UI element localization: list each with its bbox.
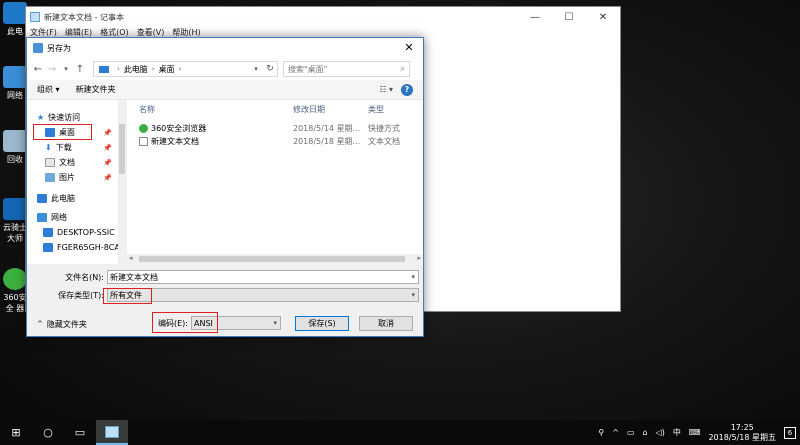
dialog-bottom: 文件名(N): 新建文本文档 ▾ 保存类型(T): 所有文件 ▾ ^ 隐藏文件夹… xyxy=(27,264,423,336)
dialog-toolbar: 组织 ▾ 新建文件夹 ☷ ▾ ? xyxy=(27,80,423,100)
help-icon[interactable]: ? xyxy=(401,83,413,96)
pin-icon[interactable]: 📌 xyxy=(103,174,112,182)
file-row[interactable]: 360安全浏览器 2018/5/14 星期... 快捷方式 xyxy=(127,122,423,135)
close-button[interactable]: ✕ xyxy=(586,7,620,27)
highlight-desktop-nav xyxy=(33,124,92,140)
network-tray-icon[interactable]: ⌂ xyxy=(643,428,648,437)
address-bar[interactable]: › 此电脑 › 桌面 › ▾ ↻ xyxy=(93,61,278,77)
up-arrow-icon[interactable]: ↑ xyxy=(73,64,87,75)
nav-network[interactable]: 网络 xyxy=(27,210,126,225)
save-button[interactable]: 保存(S) xyxy=(295,316,349,331)
network-icon xyxy=(37,213,47,222)
show-hidden-icons[interactable]: ^ xyxy=(612,428,619,437)
nav-network-pc-1[interactable]: DESKTOP-SSIC xyxy=(27,225,126,240)
chevron-down-icon[interactable]: ▾ xyxy=(411,291,415,299)
taskbar: ⊞ ○ ▭ ⚲ ^ ▭ ⌂ ◁) 中 ⌨ 17:25 2018/5/18 星期五… xyxy=(0,420,800,445)
taskbar-notepad[interactable] xyxy=(96,420,128,445)
notification-center-button[interactable]: 6 xyxy=(784,426,796,439)
recycle-bin-icon xyxy=(3,130,27,152)
cancel-button[interactable]: 取消 xyxy=(359,316,413,331)
nav-downloads[interactable]: ⬇ 下载 📌 xyxy=(27,140,126,155)
start-button[interactable]: ⊞ xyxy=(0,420,32,445)
network-icon xyxy=(3,66,27,88)
savetype-select[interactable]: 所有文件 ▾ xyxy=(107,288,419,302)
column-date[interactable]: 修改日期 xyxy=(293,104,368,115)
yunqishi-icon xyxy=(3,198,27,220)
filename-input[interactable]: 新建文本文档 ▾ xyxy=(107,270,419,284)
download-icon: ⬇ xyxy=(45,143,52,152)
file-list-header: 名称 修改日期 类型 xyxy=(127,100,423,118)
notepad-icon xyxy=(105,425,119,438)
pin-icon[interactable]: 📌 xyxy=(103,159,112,167)
windows-icon: ⊞ xyxy=(11,426,21,439)
pictures-icon xyxy=(45,173,55,182)
nav-quick-access[interactable]: ★ 快速访问 xyxy=(27,110,126,125)
minimize-button[interactable]: — xyxy=(518,7,552,27)
breadcrumb-this-pc[interactable]: 此电脑 xyxy=(124,64,148,75)
clock[interactable]: 17:25 2018/5/18 星期五 xyxy=(708,423,776,443)
search-icon: ○ xyxy=(43,426,53,439)
pin-icon[interactable]: 📌 xyxy=(103,144,112,152)
this-pc-icon xyxy=(99,65,109,73)
system-tray: ⚲ ^ ▭ ⌂ ◁) 中 ⌨ 17:25 2018/5/18 星期五 6 xyxy=(598,423,800,443)
column-name[interactable]: 名称 xyxy=(127,104,293,115)
documents-icon xyxy=(45,158,55,167)
savetype-label: 保存类型(T): xyxy=(58,290,104,300)
search-icon: ⌕ xyxy=(400,64,405,73)
360-browser-icon xyxy=(139,124,148,133)
people-icon[interactable]: ⚲ xyxy=(598,428,604,437)
chevron-up-icon: ^ xyxy=(37,320,43,328)
nav-network-pc-2[interactable]: FGER65GH-8CA xyxy=(27,240,126,255)
chevron-down-icon[interactable]: ▾ xyxy=(273,319,277,327)
scroll-left-icon[interactable]: ◂ xyxy=(129,254,133,262)
computer-icon xyxy=(43,228,53,237)
nav-pictures[interactable]: 图片 📌 xyxy=(27,170,126,185)
notepad-icon xyxy=(30,12,40,22)
filename-label: 文件名(N): xyxy=(65,272,104,282)
scroll-right-icon[interactable]: ▸ xyxy=(417,254,421,262)
computer-icon xyxy=(43,243,53,252)
task-view-button[interactable]: ▭ xyxy=(64,420,96,445)
highlight-savetype xyxy=(103,288,152,304)
dialog-titlebar[interactable]: 另存为 xyxy=(27,38,423,58)
refresh-icon[interactable]: ↻ xyxy=(263,64,277,74)
search-input[interactable]: 搜索"桌面" ⌕ xyxy=(283,61,410,77)
volume-icon[interactable]: ◁) xyxy=(656,428,665,437)
dialog-close-button[interactable]: ✕ xyxy=(399,41,419,55)
chevron-down-icon[interactable]: ▾ xyxy=(411,273,415,281)
column-type[interactable]: 类型 xyxy=(368,104,413,115)
hide-folders-toggle[interactable]: ^ 隐藏文件夹 xyxy=(37,317,87,331)
highlight-encoding xyxy=(152,312,218,333)
recent-dropdown-icon[interactable]: ▾ xyxy=(59,65,73,73)
360-browser-icon xyxy=(3,268,27,290)
keyboard-icon[interactable]: ⌨ xyxy=(689,428,701,437)
breadcrumb-desktop[interactable]: 桌面 xyxy=(159,64,175,75)
maximize-button[interactable]: ☐ xyxy=(552,7,586,27)
notepad-title: 新建文本文档 - 记事本 xyxy=(44,12,124,22)
dialog-title: 另存为 xyxy=(47,43,71,53)
pin-icon[interactable]: 📌 xyxy=(103,129,112,137)
file-row[interactable]: 新建文本文档 2018/5/18 星期... 文本文档 xyxy=(127,135,423,148)
text-file-icon xyxy=(139,137,148,146)
display-icon[interactable]: ▭ xyxy=(627,428,635,437)
computer-icon xyxy=(3,2,27,24)
file-list: 名称 修改日期 类型 360安全浏览器 2018/5/14 星期... 快捷方式… xyxy=(127,100,423,264)
nav-this-pc[interactable]: 此电脑 xyxy=(27,191,126,206)
horizontal-scrollbar[interactable]: ◂ ▸ xyxy=(127,254,423,264)
this-pc-icon xyxy=(37,194,47,203)
view-options-icon[interactable]: ☷ ▾ xyxy=(379,85,393,94)
search-button[interactable]: ○ xyxy=(32,420,64,445)
save-as-icon xyxy=(33,43,43,53)
new-folder-button[interactable]: 新建文件夹 xyxy=(76,84,116,95)
task-view-icon: ▭ xyxy=(74,426,86,439)
back-arrow-icon[interactable]: ← xyxy=(31,64,45,75)
address-dropdown-icon[interactable]: ▾ xyxy=(249,65,263,73)
organize-button[interactable]: 组织 ▾ xyxy=(37,84,60,95)
ime-indicator[interactable]: 中 xyxy=(673,427,681,438)
nav-scrollbar[interactable] xyxy=(118,100,126,264)
nav-documents[interactable]: 文档 📌 xyxy=(27,155,126,170)
star-icon: ★ xyxy=(37,113,45,122)
forward-arrow-icon[interactable]: → xyxy=(45,64,59,75)
save-as-dialog: 另存为 ✕ ← → ▾ ↑ › 此电脑 › 桌面 › ▾ ↻ 搜索"桌面" ⌕ … xyxy=(26,37,424,337)
